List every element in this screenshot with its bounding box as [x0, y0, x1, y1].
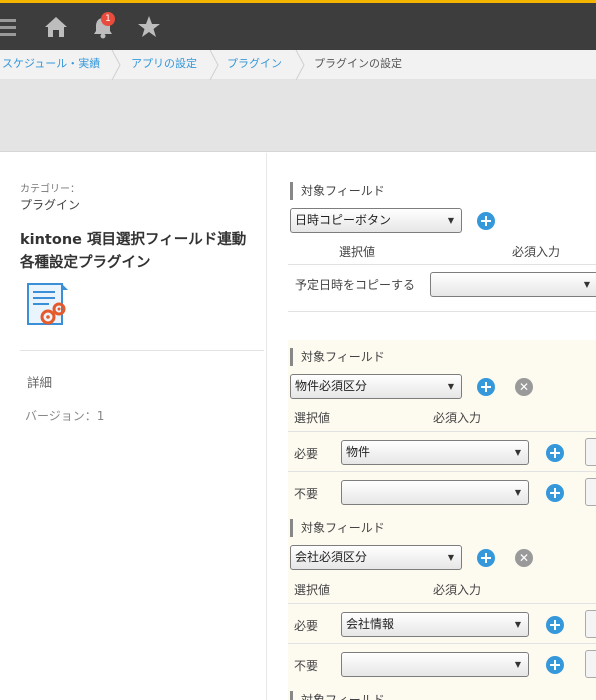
caret-down-icon: ▼: [447, 216, 454, 225]
row-extra-input[interactable]: [585, 438, 596, 466]
add-field-button[interactable]: [477, 549, 495, 567]
row-extra-input[interactable]: [585, 610, 596, 638]
add-row-button[interactable]: [546, 484, 564, 502]
caret-down-icon: ▼: [514, 620, 521, 629]
page-title-band: [0, 80, 596, 152]
required-field-select[interactable]: 会社情報 ▼: [341, 612, 529, 637]
col-header-required: 必須入力: [433, 411, 482, 425]
category-value: プラグイン: [20, 198, 81, 212]
star-icon[interactable]: [136, 14, 162, 40]
target-field-block-2: 対象フィールド 物件必須区分 ▼ ✕ 選択値 必須入力 必要 物件 ▼ 不要 ▼: [288, 340, 596, 513]
target-field-heading: 対象フィールド: [290, 691, 385, 700]
target-field-block-3: 対象フィールド 会社必須区分 ▼ ✕ 選択値 必須入力 必要 会社情報 ▼ 不要…: [288, 511, 596, 686]
row-divider: [288, 311, 596, 312]
category-label: カテゴリー：: [20, 184, 80, 195]
caret-down-icon: ▼: [583, 280, 590, 289]
sidebar-divider: [266, 153, 267, 700]
col-header-value: 選択値: [294, 411, 331, 425]
add-row-button[interactable]: [546, 616, 564, 634]
target-field-select[interactable]: 物件必須区分 ▼: [290, 374, 462, 399]
select-value: 物件必須区分: [295, 379, 368, 393]
caret-down-icon: ▼: [447, 553, 454, 562]
required-field-select[interactable]: ▼: [341, 652, 529, 677]
row-label: 必要: [294, 619, 319, 633]
add-row-button[interactable]: [546, 656, 564, 674]
row-label: 不要: [294, 659, 319, 673]
plugin-title: kintone 項目選択フィールド連動各種設定プラグイン: [20, 232, 247, 271]
chevron-right-icon: [209, 50, 219, 80]
row-label: 不要: [294, 487, 319, 501]
target-field-heading: 対象フィールド: [290, 348, 385, 366]
row-extra-input[interactable]: [585, 478, 596, 506]
select-value: 会社情報: [346, 617, 395, 631]
details-link[interactable]: 詳細: [27, 372, 52, 391]
chevron-right-icon: [111, 50, 121, 80]
sidebar-separator: [20, 350, 264, 351]
target-field-block-1: 対象フィールド 日時コピーボタン ▼ 選択値 必須入力 予定日時をコピーする ▼: [288, 173, 596, 333]
breadcrumb-item-schedule[interactable]: スケジュール・実績: [2, 50, 100, 80]
target-field-select[interactable]: 日時コピーボタン ▼: [290, 208, 462, 233]
row-label: 必要: [294, 447, 319, 461]
required-field-select[interactable]: ▼: [341, 480, 529, 505]
col-header-required: 必須入力: [512, 245, 561, 259]
breadcrumb-item-plugin-settings: プラグインの設定: [314, 57, 402, 70]
target-field-heading: 対象フィールド: [290, 519, 385, 537]
breadcrumb-item-plugins[interactable]: プラグイン: [227, 50, 282, 80]
remove-field-button[interactable]: ✕: [515, 549, 533, 567]
col-header-required: 必須入力: [433, 583, 482, 597]
caret-down-icon: ▼: [514, 488, 521, 497]
add-row-button[interactable]: [546, 444, 564, 462]
caret-down-icon: ▼: [514, 448, 521, 457]
caret-down-icon: ▼: [514, 660, 521, 669]
target-field-heading: 対象フィールド: [290, 182, 385, 200]
menu-icon[interactable]: [0, 14, 20, 40]
row-divider: [288, 643, 596, 644]
select-value: 会社必須区分: [295, 550, 368, 564]
home-icon[interactable]: [43, 14, 69, 40]
remove-field-button[interactable]: ✕: [515, 378, 533, 396]
global-header: 1: [0, 3, 596, 50]
row-divider: [288, 603, 596, 604]
target-field-block-4: 対象フィールド: [288, 683, 596, 700]
row-divider: [288, 431, 596, 432]
notification-badge: 1: [101, 12, 115, 26]
col-header-value: 選択値: [339, 245, 376, 259]
col-header-value: 選択値: [294, 583, 331, 597]
caret-down-icon: ▼: [447, 382, 454, 391]
select-value: 日時コピーボタン: [295, 213, 392, 227]
row-divider: [288, 471, 596, 472]
version-text: バージョン：1: [25, 409, 105, 423]
breadcrumb: スケジュール・実績 アプリの設定 プラグイン プラグインの設定: [0, 50, 596, 80]
plugin-settings-panel: 対象フィールド 日時コピーボタン ▼ 選択値 必須入力 予定日時をコピーする ▼…: [288, 153, 596, 700]
target-field-select[interactable]: 会社必須区分 ▼: [290, 545, 462, 570]
required-field-select[interactable]: 物件 ▼: [341, 440, 529, 465]
chevron-right-icon: [295, 50, 305, 80]
required-field-select[interactable]: ▼: [430, 272, 596, 297]
add-field-button[interactable]: [477, 378, 495, 396]
select-value: 物件: [346, 445, 371, 459]
row-divider: [288, 264, 596, 265]
add-field-button[interactable]: [477, 212, 495, 230]
plugin-settings-icon: [27, 283, 68, 325]
row-label: 予定日時をコピーする: [295, 278, 416, 292]
breadcrumb-item-app-settings[interactable]: アプリの設定: [131, 50, 197, 80]
row-extra-input[interactable]: [585, 650, 596, 678]
